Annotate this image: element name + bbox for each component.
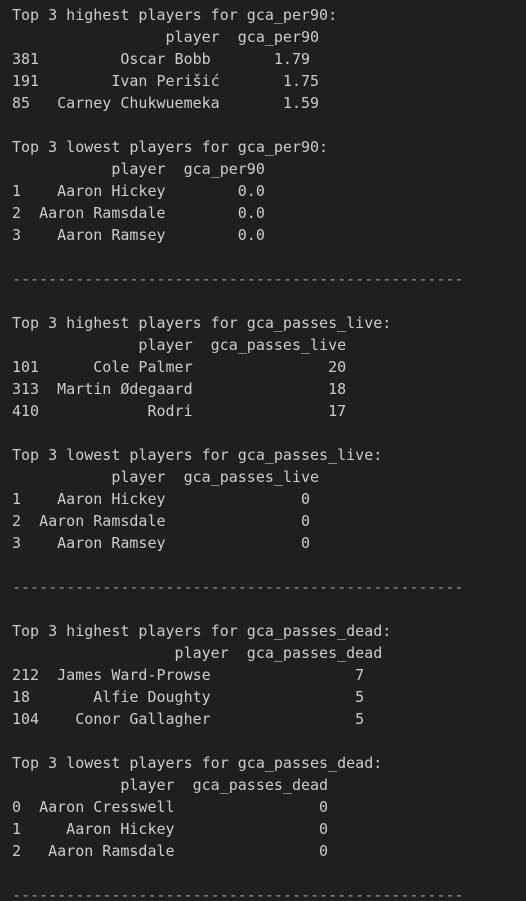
table-row: 3 Aaron Ramsey 0 xyxy=(12,534,311,552)
section-heading: Top 3 lowest players for gca_passes_dead… xyxy=(12,754,383,772)
table-row: 18 Alfie Doughty 5 xyxy=(12,688,365,706)
terminal-output[interactable]: Top 3 highest players for gca_per90: pla… xyxy=(0,0,526,901)
table-row: 85 Carney Chukwuemeka 1.59 xyxy=(12,94,320,112)
table-header: player gca_passes_dead xyxy=(12,644,383,662)
table-row: 3 Aaron Ramsey 0.0 xyxy=(12,226,265,244)
section-heading: Top 3 highest players for gca_passes_liv… xyxy=(12,314,392,332)
table-row: 2 Aaron Ramsdale 0 xyxy=(12,842,329,860)
section-heading: Top 3 highest players for gca_per90: xyxy=(12,6,338,24)
separator-line: ----------------------------------------… xyxy=(12,886,464,901)
table-row: 0 Aaron Cresswell 0 xyxy=(12,798,329,816)
table-row: 313 Martin Ødegaard 18 xyxy=(12,380,347,398)
table-header: player gca_per90 xyxy=(12,28,320,46)
table-row: 191 Ivan Perišić 1.75 xyxy=(12,72,320,90)
table-row: 101 Cole Palmer 20 xyxy=(12,358,347,376)
table-row: 1 Aaron Hickey 0.0 xyxy=(12,182,265,200)
table-row: 410 Rodri 17 xyxy=(12,402,347,420)
table-row: 2 Aaron Ramsdale 0.0 xyxy=(12,204,265,222)
table-row: 381 Oscar Bobb 1.79 xyxy=(12,50,311,68)
table-row: 1 Aaron Hickey 0 xyxy=(12,490,311,508)
separator-line: ----------------------------------------… xyxy=(12,578,464,596)
table-header: player gca_passes_live xyxy=(12,468,320,486)
table-header: player gca_passes_live xyxy=(12,336,347,354)
table-row: 1 Aaron Hickey 0 xyxy=(12,820,329,838)
table-row: 104 Conor Gallagher 5 xyxy=(12,710,365,728)
table-row: 212 James Ward-Prowse 7 xyxy=(12,666,365,684)
table-row: 2 Aaron Ramsdale 0 xyxy=(12,512,311,530)
separator-line: ----------------------------------------… xyxy=(12,270,464,288)
section-heading: Top 3 highest players for gca_passes_dea… xyxy=(12,622,392,640)
table-header: player gca_passes_dead xyxy=(12,776,329,794)
table-header: player gca_per90 xyxy=(12,160,265,178)
section-heading: Top 3 lowest players for gca_passes_live… xyxy=(12,446,383,464)
section-heading: Top 3 lowest players for gca_per90: xyxy=(12,138,329,156)
